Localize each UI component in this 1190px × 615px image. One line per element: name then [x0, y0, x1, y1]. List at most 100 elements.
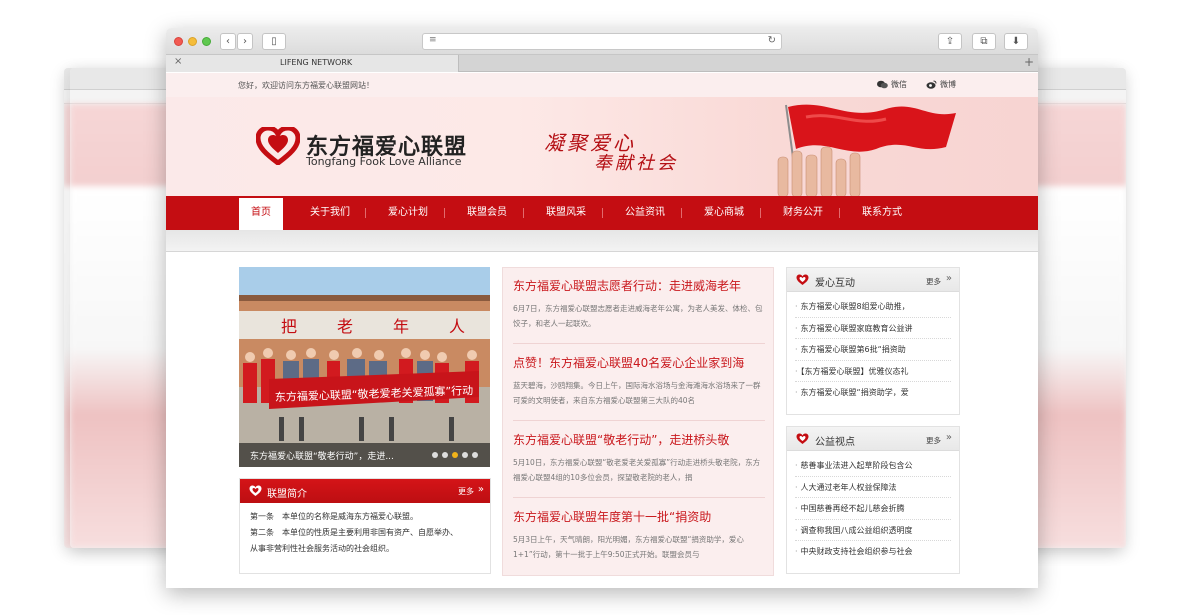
tabs-overview-button[interactable]: ⧉	[972, 33, 996, 50]
nav-contact[interactable]: 联系方式	[852, 196, 912, 230]
list-item[interactable]: · 中国慈善再经不起儿慈会折腾	[795, 498, 951, 520]
wall-char: 人	[449, 317, 465, 336]
gray-divider-band	[166, 230, 1038, 252]
nav-home[interactable]: 首页	[239, 198, 283, 230]
list-item[interactable]: · 人大通过老年人权益保障法	[795, 477, 951, 498]
nav-members[interactable]: 联盟会员	[457, 196, 517, 230]
wechat-link[interactable]: 微信	[877, 79, 907, 90]
news-item[interactable]: 东方福爱心联盟志愿者行动：走进威海老年 6月7日，东方福爱心联盟志愿者走进威海老…	[513, 277, 765, 331]
weibo-link[interactable]: 微博	[926, 79, 956, 90]
new-tab-button[interactable]: +	[1024, 55, 1034, 69]
list-item-text[interactable]: 调查称我国八成公益组织透明度	[801, 526, 913, 535]
list-item-text[interactable]: 【东方福爱心联盟】优雅仪态礼	[801, 367, 909, 376]
reload-icon[interactable]: ↻	[768, 35, 776, 46]
red-flag-hands-illustration	[777, 104, 956, 196]
reader-icon[interactable]: ≡	[429, 35, 437, 45]
news-title[interactable]: 东方福爱心联盟志愿者行动：走进威海老年	[513, 277, 765, 294]
wechat-label: 微信	[891, 80, 907, 89]
slider-caption[interactable]: 东方福爱心联盟“敬老行动”，走进...	[250, 449, 394, 462]
news-item[interactable]: 点赞！东方福爱心联盟40名爱心企业家到海 蓝天碧海，沙鸥翔集。今日上午，国际海水…	[513, 354, 765, 408]
love-interaction-header: 爱心互动 更多 »	[787, 268, 959, 292]
list-item[interactable]: · 中央财政支持社会组织参与社会	[795, 541, 951, 563]
header-banner: 东方福爱心联盟 Tongfang Fook Love Alliance 凝聚爱心…	[166, 97, 1038, 196]
downloads-button[interactable]: ⬇	[1004, 33, 1028, 50]
list-item-text[interactable]: 中央财政支持社会组织参与社会	[801, 547, 913, 556]
slider-dot[interactable]	[462, 452, 468, 458]
photo-slider[interactable]: 把 老 年 人 东方福爱心联盟“敬老爱老关爱孤寡”行动 东方福爱心联盟“敬老行动…	[239, 267, 490, 467]
list-item[interactable]: · 东方福爱心联盟“捐资助学，爱	[795, 382, 951, 404]
heart-icon	[796, 274, 809, 285]
list-item[interactable]: · 调查称我国八成公益组织透明度	[795, 520, 951, 541]
public-view-list: · 慈善事业法进入起草阶段包含公 · 人大通过老年人权益保障法 · 中国慈善再经不起儿…	[787, 451, 959, 563]
news-title[interactable]: 东方福爱心联盟“敬老行动”，走进桥头敬	[513, 431, 765, 448]
zoom-window-button[interactable]	[202, 37, 211, 46]
chevron-right-icon[interactable]: »	[478, 484, 484, 495]
nav-separator	[681, 208, 682, 218]
news-summary: 蓝天碧海，沙鸥翔集。今日上午，国际海水浴场与金海滩海水浴场来了一群可爱的文明使者…	[513, 381, 761, 405]
list-item[interactable]: · 东方福爱心联盟8组爱心助推，	[795, 296, 951, 318]
slider-dots	[432, 452, 478, 458]
logo-english-name: Tongfang Fook Love Alliance	[306, 155, 462, 168]
public-view-more-link[interactable]: 更多	[926, 435, 941, 446]
chevron-right-icon[interactable]: »	[946, 273, 952, 284]
list-item[interactable]: · 东方福爱心联盟第6批“捐资助	[795, 339, 951, 361]
nav-financial-disclosure[interactable]: 财务公开	[773, 196, 833, 230]
close-tab-icon[interactable]: ×	[174, 56, 182, 67]
love-interaction-more-link[interactable]: 更多	[926, 276, 941, 287]
intro-more-link[interactable]: 更多	[458, 486, 474, 497]
intro-line: 从事非营利性社会服务活动的社会组织。	[250, 544, 394, 553]
intro-text: 第一条 本单位的名称是威海东方福爱心联盟。 第二条 本单位的性质是主要利用非国有…	[240, 503, 490, 563]
nav-alliance-style[interactable]: 联盟风采	[536, 196, 596, 230]
web-page: 您好，欢迎访问东方福爱心联盟网站！ 微信 微博 东方福爱心联盟 Tongfang…	[166, 73, 1038, 588]
public-view-box: 公益视点 更多 » · 慈善事业法进入起草阶段包含公 · 人大通过老年人权益保障法 …	[786, 426, 960, 574]
list-item-text[interactable]: 东方福爱心联盟第6批“捐资助	[801, 345, 906, 354]
list-item-text[interactable]: 人大通过老年人权益保障法	[801, 483, 897, 492]
slogan-line-2: 奉献社会	[594, 153, 678, 174]
slider-dot[interactable]	[432, 452, 438, 458]
slider-dot[interactable]	[472, 452, 478, 458]
list-item-text[interactable]: 中国慈善再经不起儿慈会折腾	[801, 504, 905, 513]
browser-toolbar: ‹ › ▯ ≡ ↻ ⇪ ⧉ ⬇	[166, 28, 1038, 55]
weibo-icon	[926, 80, 937, 89]
nav-separator	[444, 208, 445, 218]
list-item-text[interactable]: 东方福爱心联盟“捐资助学，爱	[801, 388, 909, 397]
list-item-text[interactable]: 慈善事业法进入起草阶段包含公	[801, 461, 913, 470]
nav-love-plan[interactable]: 爱心计划	[378, 196, 438, 230]
news-item[interactable]: 东方福爱心联盟“敬老行动”，走进桥头敬 5月10日，东方福爱心联盟“敬老爱老关爱…	[513, 431, 765, 485]
back-button[interactable]: ‹	[220, 33, 236, 50]
list-item[interactable]: · 东方福爱心联盟家庭教育公益讲	[795, 318, 951, 339]
list-item-text[interactable]: 东方福爱心联盟8组爱心助推，	[801, 302, 910, 311]
tab-title: LIFENG NETWORK	[280, 58, 353, 67]
tab-lifeng-network[interactable]: × LIFENG NETWORK	[166, 55, 459, 72]
list-item[interactable]: · 【东方福爱心联盟】优雅仪态礼	[795, 361, 951, 382]
address-bar[interactable]: ≡ ↻	[422, 33, 782, 50]
weibo-label: 微博	[940, 80, 956, 89]
nav-about-us[interactable]: 关于我们	[300, 196, 360, 230]
love-interaction-box: 爱心互动 更多 » · 东方福爱心联盟8组爱心助推， · 东方福爱心联盟家庭教育公益…	[786, 267, 960, 415]
sidebar-toggle-button[interactable]: ▯	[262, 33, 286, 50]
minimize-window-button[interactable]	[188, 37, 197, 46]
wall-char: 年	[393, 317, 409, 336]
news-item[interactable]: 东方福爱心联盟年度第十一批“捐资助 5月3日上午，天气晴朗，阳光明媚，东方福爱心…	[513, 508, 765, 562]
nav-charity-news[interactable]: 公益资讯	[615, 196, 675, 230]
slider-dot-active[interactable]	[452, 452, 458, 458]
volunteers-group-photo: 把 老 年 人 东方福爱心联盟“敬老爱老关爱孤寡”行动	[239, 267, 490, 467]
tab-bar: × LIFENG NETWORK +	[166, 55, 1038, 72]
wall-char: 把	[281, 317, 297, 336]
forward-button[interactable]: ›	[237, 33, 253, 50]
list-item[interactable]: · 慈善事业法进入起草阶段包含公	[795, 455, 951, 477]
news-title[interactable]: 点赞！东方福爱心联盟40名爱心企业家到海	[513, 354, 765, 371]
browser-window: ‹ › ▯ ≡ ↻ ⇪ ⧉ ⬇ × LIFENG NETWORK + 您好，欢迎…	[166, 28, 1038, 588]
slider-dot[interactable]	[442, 452, 448, 458]
list-item-text[interactable]: 东方福爱心联盟家庭教育公益讲	[801, 324, 913, 333]
close-window-button[interactable]	[174, 37, 183, 46]
news-title[interactable]: 东方福爱心联盟年度第十一批“捐资助	[513, 508, 765, 525]
nav-love-mall[interactable]: 爱心商城	[694, 196, 754, 230]
intro-header: 联盟简介 更多 »	[240, 479, 490, 503]
wall-char: 老	[337, 317, 353, 336]
news-divider	[513, 420, 765, 421]
news-divider	[513, 497, 765, 498]
chevron-right-icon[interactable]: »	[946, 432, 952, 443]
share-button[interactable]: ⇪	[938, 33, 962, 50]
news-divider	[513, 343, 765, 344]
